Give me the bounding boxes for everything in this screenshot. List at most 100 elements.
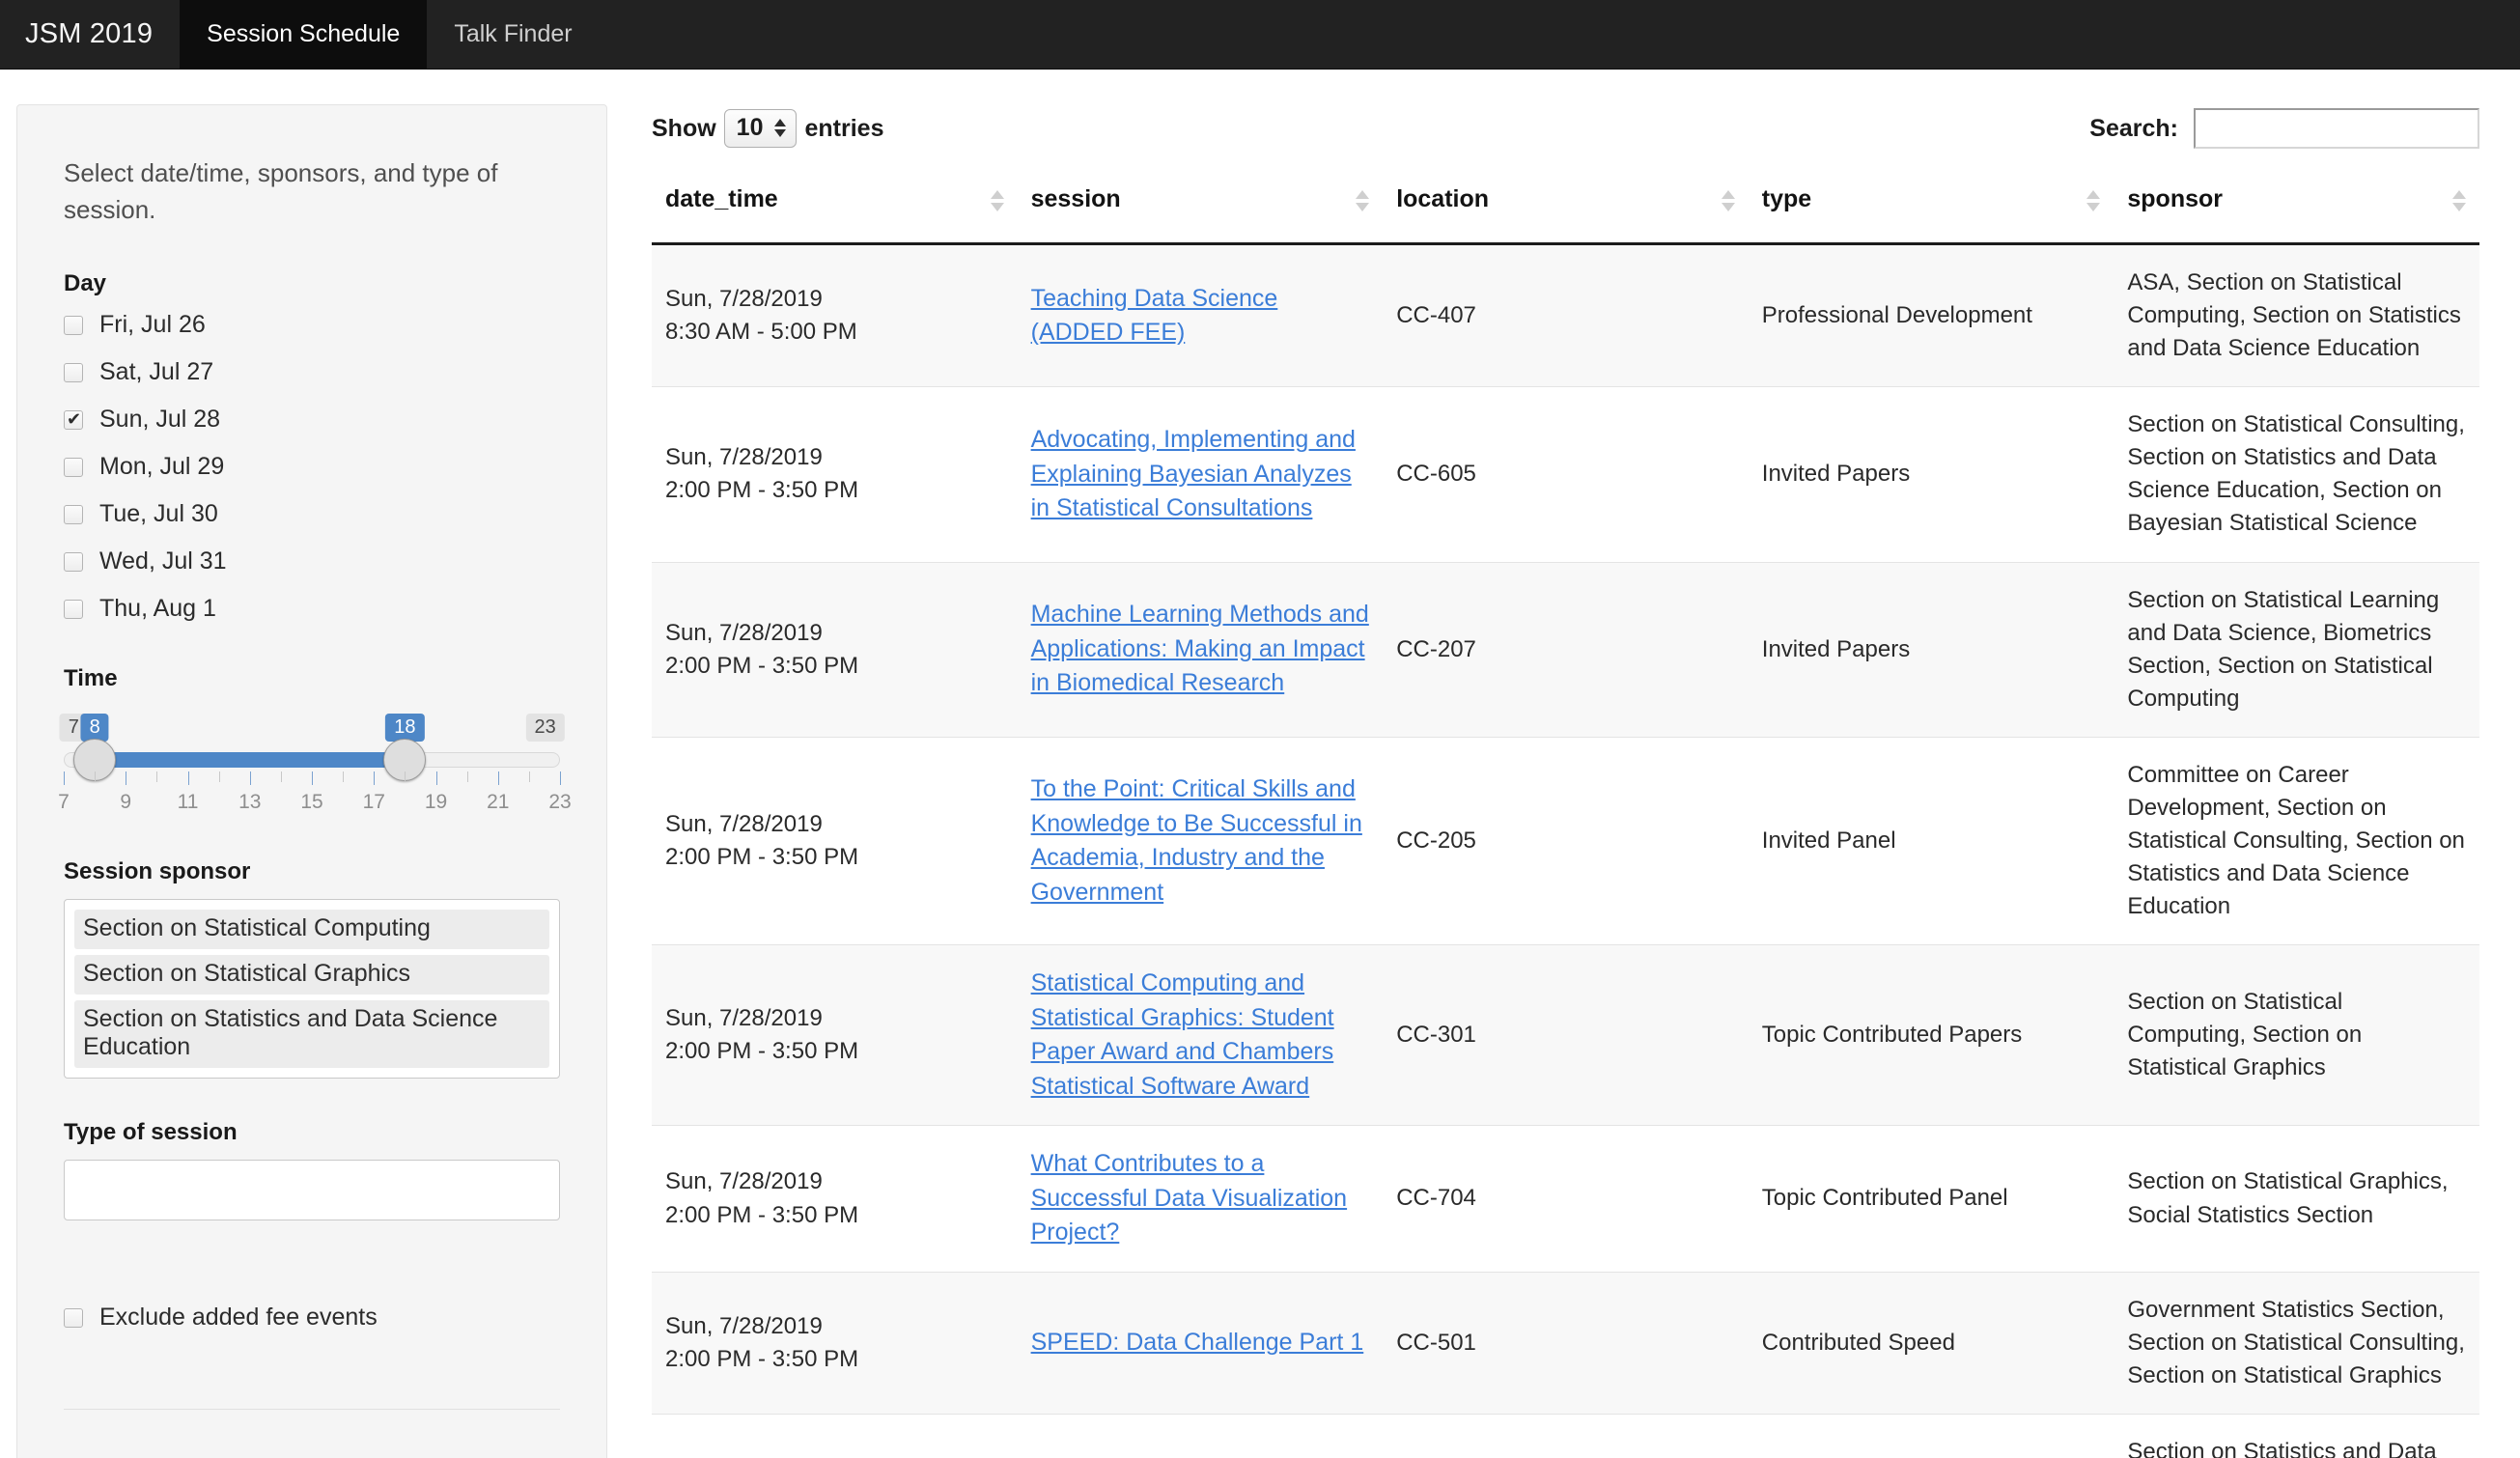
- checkbox-icon[interactable]: [64, 1308, 83, 1328]
- slider-tick: [64, 771, 65, 785]
- session-time: 2:00 PM - 3:50 PM: [665, 650, 1004, 683]
- checkbox-checked-icon[interactable]: [64, 410, 83, 430]
- column-header-date-time[interactable]: date_time: [652, 185, 1018, 244]
- sort-arrows-icon[interactable]: [2086, 190, 2100, 211]
- checkbox-icon[interactable]: [64, 552, 83, 572]
- day-label: Fri, Jul 26: [99, 311, 206, 339]
- table-header-row: date_time session location type: [652, 185, 2479, 244]
- session-date: Sun, 7/28/2019: [665, 286, 823, 312]
- day-filter-group: Day Fri, Jul 26 Sat, Jul 27 Sun, Jul 28 …: [64, 270, 560, 623]
- cell-date-time: Sun, 7/28/20192:00 PM - 3:50 PM: [652, 945, 1018, 1126]
- slider-tick: [250, 771, 251, 785]
- checkbox-icon[interactable]: [64, 600, 83, 619]
- exclude-added-fee-checkbox[interactable]: Exclude added fee events: [64, 1304, 560, 1332]
- slider-tick-label: 19: [425, 791, 447, 814]
- slider-tick: [436, 771, 437, 785]
- navbar-brand[interactable]: JSM 2019: [0, 0, 180, 69]
- sponsor-tag[interactable]: Section on Statistical Computing: [74, 910, 549, 949]
- cell-type: Topic Contributed Papers: [1749, 945, 2114, 1126]
- day-checkbox-tue-jul-30[interactable]: Tue, Jul 30: [64, 500, 560, 528]
- sort-arrows-icon[interactable]: [1722, 190, 1735, 211]
- entries-label: entries: [804, 115, 883, 143]
- chevron-updown-icon[interactable]: [774, 119, 786, 137]
- table-row: Sun, 7/28/20192:00 PM - 3:50 PMTo the Po…: [652, 737, 2479, 944]
- slider-tick: [281, 771, 282, 782]
- nav-tab-talk-finder[interactable]: Talk Finder: [427, 0, 599, 69]
- slider-tick: [312, 771, 313, 785]
- session-time: 2:00 PM - 3:50 PM: [665, 841, 1004, 874]
- column-label: session: [1031, 185, 1121, 212]
- cell-location: CC-207: [1383, 562, 1749, 737]
- page-length-select[interactable]: 10: [724, 109, 798, 148]
- cell-sponsor: Government Statistics Section, Section o…: [2114, 1272, 2479, 1414]
- checkbox-icon[interactable]: [64, 316, 83, 335]
- page-body: Select date/time, sponsors, and type of …: [0, 70, 2520, 1458]
- day-checkbox-fri-jul-26[interactable]: Fri, Jul 26: [64, 311, 560, 339]
- cell-location: CC-501: [1383, 1272, 1749, 1414]
- column-header-type[interactable]: type: [1749, 185, 2114, 244]
- checkbox-icon[interactable]: [64, 505, 83, 524]
- sponsor-tag[interactable]: Section on Statistics and Data Science E…: [74, 1000, 549, 1068]
- sort-arrows-icon[interactable]: [991, 190, 1004, 211]
- cell-sponsor: Section on Statistical Computing, Sectio…: [2114, 945, 2479, 1126]
- time-range-slider[interactable]: 7 8 18 23 7911131517192123: [64, 714, 560, 829]
- table-row: Sun, 7/28/20194:00 PM - 5:50 PMCreating …: [652, 1414, 2479, 1458]
- session-date: Sun, 7/28/2019: [665, 1168, 823, 1194]
- cell-sponsor: Section on Statistical Consulting, Secti…: [2114, 387, 2479, 562]
- type-of-session-label: Type of session: [64, 1119, 560, 1146]
- checkbox-icon[interactable]: [64, 363, 83, 382]
- sponsor-multiselect[interactable]: Section on Statistical Computing Section…: [64, 899, 560, 1079]
- column-header-session[interactable]: session: [1018, 185, 1384, 244]
- column-header-sponsor[interactable]: sponsor: [2114, 185, 2479, 244]
- table-row: Sun, 7/28/2019 8:30 AM - 5:00 PM Teaching …: [652, 244, 2479, 387]
- day-label: Sun, Jul 28: [99, 406, 220, 434]
- day-checkbox-sat-jul-27[interactable]: Sat, Jul 27: [64, 358, 560, 386]
- day-label: Tue, Jul 30: [99, 500, 218, 528]
- sort-arrows-icon[interactable]: [2452, 190, 2466, 211]
- checkbox-icon[interactable]: [64, 458, 83, 477]
- cell-location: CC-704: [1383, 1126, 1749, 1273]
- sponsor-tag[interactable]: Section on Statistical Graphics: [74, 955, 549, 995]
- day-checkbox-thu-aug-1[interactable]: Thu, Aug 1: [64, 595, 560, 623]
- day-checkbox-sun-jul-28[interactable]: Sun, Jul 28: [64, 406, 560, 434]
- cell-session: Creating a Diverse and Inclusive Field O…: [1018, 1414, 1384, 1458]
- cell-sponsor: Committee on Career Development, Section…: [2114, 737, 2479, 944]
- session-date: Sun, 7/28/2019: [665, 1005, 823, 1031]
- session-link[interactable]: To the Point: Critical Skills and Knowle…: [1031, 775, 1362, 906]
- sort-arrows-icon[interactable]: [1356, 190, 1369, 211]
- column-header-location[interactable]: location: [1383, 185, 1749, 244]
- session-link[interactable]: Machine Learning Methods and Application…: [1031, 601, 1369, 696]
- cell-type: Invited Papers: [1749, 562, 2114, 737]
- slider-tick-label: 21: [487, 791, 509, 814]
- cell-session: Teaching Data Science (ADDED FEE): [1018, 244, 1384, 387]
- type-of-session-input[interactable]: [64, 1160, 560, 1220]
- day-checkbox-mon-jul-29[interactable]: Mon, Jul 29: [64, 453, 560, 481]
- cell-date-time: Sun, 7/28/2019 8:30 AM - 5:00 PM: [652, 244, 1018, 387]
- session-link[interactable]: Teaching Data Science (ADDED FEE): [1031, 285, 1278, 347]
- slider-max-badge: 23: [525, 714, 564, 742]
- session-link[interactable]: Advocating, Implementing and Explaining …: [1031, 426, 1356, 521]
- sponsor-filter-label: Session sponsor: [64, 858, 560, 885]
- cell-location: CC-205: [1383, 737, 1749, 944]
- slider-tick: [405, 771, 406, 782]
- search-control: Search:: [2089, 108, 2479, 149]
- column-label: date_time: [665, 185, 778, 212]
- exclude-fee-label: Exclude added fee events: [99, 1304, 378, 1332]
- cell-sponsor: ASA, Section on Statistical Computing, S…: [2114, 244, 2479, 387]
- cell-session: To the Point: Critical Skills and Knowle…: [1018, 737, 1384, 944]
- session-time: 8:30 AM - 5:00 PM: [665, 316, 1004, 349]
- table-row: Sun, 7/28/20192:00 PM - 3:50 PMAdvocatin…: [652, 387, 2479, 562]
- cell-session: SPEED: Data Challenge Part 1: [1018, 1272, 1384, 1414]
- table-head: date_time session location type: [652, 185, 2479, 244]
- table-row: Sun, 7/28/20192:00 PM - 3:50 PMWhat Cont…: [652, 1126, 2479, 1273]
- day-checkbox-wed-jul-31[interactable]: Wed, Jul 31: [64, 547, 560, 575]
- session-link[interactable]: Statistical Computing and Statistical Gr…: [1031, 969, 1334, 1100]
- session-link[interactable]: What Contributes to a Successful Data Vi…: [1031, 1150, 1348, 1246]
- cell-session: Advocating, Implementing and Explaining …: [1018, 387, 1384, 562]
- exclude-fee-group: Exclude added fee events: [64, 1304, 560, 1332]
- slider-tick: [374, 771, 375, 785]
- session-link[interactable]: SPEED: Data Challenge Part 1: [1031, 1329, 1364, 1356]
- search-input[interactable]: [2194, 108, 2479, 149]
- sidebar-footer-text: For the official JSM 2019 website, inclu…: [64, 1454, 560, 1458]
- nav-tab-session-schedule[interactable]: Session Schedule: [180, 0, 427, 69]
